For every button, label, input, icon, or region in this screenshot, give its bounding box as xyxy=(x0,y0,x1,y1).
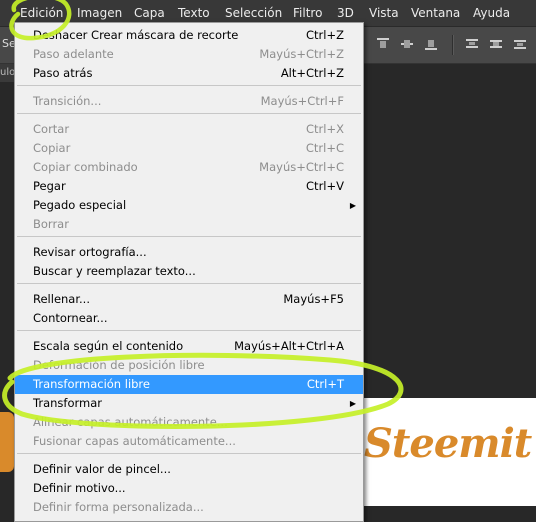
menu-item-label: Definir motivo... xyxy=(33,481,126,495)
menu-item-puppet-warp[interactable]: Deformación de posición libre xyxy=(15,356,363,375)
menu-item-label: Deformación de posición libre xyxy=(33,358,205,372)
canvas-fragment xyxy=(0,412,14,472)
menu-item-shortcut: Ctrl+V xyxy=(306,179,344,193)
menu-item-auto-blend-layers[interactable]: Fusionar capas automáticamente... xyxy=(15,432,363,451)
document-tab-label: ulo xyxy=(0,67,16,78)
align-bottom-icon[interactable] xyxy=(425,38,437,50)
steemit-logo: Steemit xyxy=(364,420,532,467)
menu-item-label: Cortar xyxy=(33,122,70,136)
menu-item-label: Copiar combinado xyxy=(33,160,138,174)
menu-item-shortcut: Ctrl+C xyxy=(305,141,344,155)
menu-divider xyxy=(17,113,361,114)
menu-item-paste-special[interactable]: Pegado especial ▶ xyxy=(15,196,363,215)
menu-item-label: Escala según el contenido xyxy=(33,339,184,353)
menu-divider xyxy=(17,453,361,454)
menu-item-free-transform[interactable]: Transformación libre Ctrl+T xyxy=(15,375,363,394)
menu-item-label: Definir valor de pincel... xyxy=(33,462,171,476)
menu-item-fill[interactable]: Rellenar... Mayús+F5 xyxy=(15,290,363,309)
menu-item-stroke[interactable]: Contornear... xyxy=(15,309,363,328)
menu-item-cut[interactable]: Cortar Ctrl+X xyxy=(15,120,363,139)
menu-item-label: Buscar y reemplazar texto... xyxy=(33,264,196,278)
menu-vista[interactable]: Vista xyxy=(369,0,399,26)
menu-item-find-replace[interactable]: Buscar y reemplazar texto... xyxy=(15,262,363,281)
menu-item-auto-align-layers[interactable]: Alinear capas automáticamente... xyxy=(15,413,363,432)
submenu-arrow-icon: ▶ xyxy=(349,201,356,210)
menu-item-label: Transformar xyxy=(33,396,102,410)
menu-item-define-custom-shape[interactable]: Definir forma personalizada... xyxy=(15,498,363,517)
menu-item-label: Definir forma personalizada... xyxy=(33,500,204,514)
menu-item-label: Paso adelante xyxy=(33,47,114,61)
menu-item-step-backward[interactable]: Paso atrás Alt+Ctrl+Z xyxy=(15,64,363,83)
menu-item-label: Transición... xyxy=(33,94,102,108)
menu-item-shortcut: Mayús+Alt+Ctrl+A xyxy=(234,339,344,353)
menu-item-label: Paso atrás xyxy=(33,66,93,80)
menu-item-label: Transformación libre xyxy=(33,377,150,391)
menu-item-check-spelling[interactable]: Revisar ortografía... xyxy=(15,243,363,262)
edit-menu-dropdown: Deshacer Crear máscara de recorte Ctrl+Z … xyxy=(14,22,364,522)
menu-item-shortcut: Mayús+Ctrl+C xyxy=(259,160,344,174)
menu-divider xyxy=(17,85,361,86)
menu-item-label: Pegado especial xyxy=(33,198,127,212)
align-vertical-center-icon[interactable] xyxy=(401,38,413,50)
menu-item-label: Revisar ortografía... xyxy=(33,245,147,259)
toolbar-separator xyxy=(452,35,454,55)
menu-item-transform[interactable]: Transformar ▶ xyxy=(15,394,363,413)
menu-item-shortcut: Alt+Ctrl+Z xyxy=(280,66,344,80)
menu-divider xyxy=(17,283,361,284)
menu-item-label: Rellenar... xyxy=(33,292,90,306)
menu-divider xyxy=(17,236,361,237)
menu-divider xyxy=(17,330,361,331)
distribute-top-icon[interactable] xyxy=(466,38,478,50)
menu-item-shortcut: Ctrl+Z xyxy=(306,28,344,42)
menu-item-step-forward[interactable]: Paso adelante Mayús+Ctrl+Z xyxy=(15,45,363,64)
align-top-icon[interactable] xyxy=(377,38,389,50)
menu-item-content-aware-scale[interactable]: Escala según el contenido Mayús+Alt+Ctrl+… xyxy=(15,337,363,356)
menu-item-clear[interactable]: Borrar xyxy=(15,215,363,234)
menu-item-paste[interactable]: Pegar Ctrl+V xyxy=(15,177,363,196)
menu-item-undo[interactable]: Deshacer Crear máscara de recorte Ctrl+Z xyxy=(15,26,363,45)
distribute-bottom-icon[interactable] xyxy=(514,38,526,50)
menu-item-label: Deshacer Crear máscara de recorte xyxy=(33,28,239,42)
menu-item-label: Fusionar capas automáticamente... xyxy=(33,434,236,448)
menu-item-label: Borrar xyxy=(33,217,69,231)
menu-item-shortcut: Ctrl+T xyxy=(306,377,344,391)
menu-item-shortcut: Ctrl+X xyxy=(306,122,344,136)
menu-item-label: Copiar xyxy=(33,141,71,155)
menu-ventana[interactable]: Ventana xyxy=(411,0,460,26)
menu-item-shortcut: Mayús+F5 xyxy=(283,292,344,306)
menu-item-fade[interactable]: Transición... Mayús+Ctrl+F xyxy=(15,92,363,111)
menu-item-define-brush[interactable]: Definir valor de pincel... xyxy=(15,460,363,479)
menu-item-shortcut: Mayús+Ctrl+Z xyxy=(259,47,344,61)
menu-item-label: Contornear... xyxy=(33,311,108,325)
menu-item-label: Pegar xyxy=(33,179,66,193)
menu-item-define-pattern[interactable]: Definir motivo... xyxy=(15,479,363,498)
menu-item-shortcut: Mayús+Ctrl+F xyxy=(260,94,344,108)
menu-item-copy[interactable]: Copiar Ctrl+C xyxy=(15,139,363,158)
submenu-arrow-icon: ▶ xyxy=(349,399,356,408)
menu-item-label: Alinear capas automáticamente... xyxy=(33,415,228,429)
menu-item-copy-merged[interactable]: Copiar combinado Mayús+Ctrl+C xyxy=(15,158,363,177)
distribute-center-icon[interactable] xyxy=(490,38,502,50)
menu-ayuda[interactable]: Ayuda xyxy=(473,0,510,26)
